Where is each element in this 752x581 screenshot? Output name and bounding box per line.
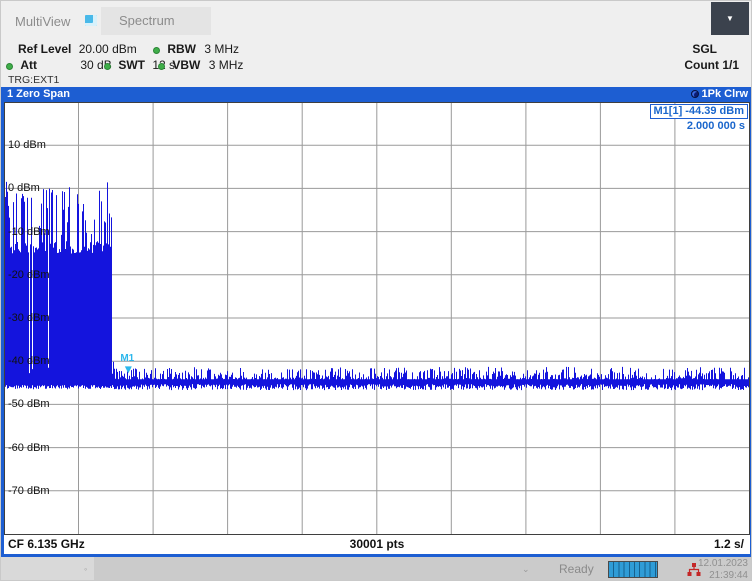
vbw-label: VBW xyxy=(172,58,200,72)
multiview-grid-icon[interactable] xyxy=(85,15,97,26)
statusbar-left-panel xyxy=(1,557,94,581)
marker-readout[interactable]: M1[1] -44.39 dBm xyxy=(650,104,748,119)
y-axis-label: -60 dBm xyxy=(8,441,50,455)
y-axis-label: -10 dBm xyxy=(8,225,50,239)
chevron-down-icon[interactable]: ⌄ xyxy=(522,564,530,575)
y-axis-label: -70 dBm xyxy=(8,484,50,498)
trace-mode-icon xyxy=(691,90,699,98)
measurement-window: 1 Zero Span 1Pk Clrw M1 10 dBm 0 dBm -10 d… xyxy=(1,87,752,557)
sweep-progress-bar xyxy=(608,561,658,578)
rbw-field[interactable]: RBW 3 MHz xyxy=(153,42,239,56)
analyzer-screen: MultiView Spectrum ▼ Ref Level 20.00 dBm… xyxy=(0,0,752,581)
vbw-field[interactable]: VBW 3 MHz xyxy=(158,58,243,72)
trigger-status[interactable]: TRG:EXT1 xyxy=(8,74,59,86)
tab-multiview[interactable]: MultiView xyxy=(15,14,70,29)
diagram-footer: CF 6.135 GHz 30001 pts 1.2 s/ xyxy=(4,535,750,554)
status-time: 21:39:44 xyxy=(698,570,748,581)
att-label: Att xyxy=(20,58,37,72)
vbw-led-icon xyxy=(158,63,165,70)
rbw-value: 3 MHz xyxy=(204,42,239,56)
sweep-mode-indicator: SGL xyxy=(692,42,717,56)
ref-level-value: 20.00 dBm xyxy=(79,42,137,56)
marker-m1-label[interactable]: M1 xyxy=(120,353,134,364)
status-bar: ◦ ⌄ Ready 12.01.2023 21:39:44 xyxy=(1,557,752,581)
grid-lines xyxy=(5,103,749,534)
tab-spectrum[interactable]: Spectrum xyxy=(101,7,211,35)
status-date: 12.01.2023 xyxy=(698,558,748,570)
y-axis-label: -30 dBm xyxy=(8,311,50,325)
y-axis-label: 0 dBm xyxy=(8,181,40,195)
trace-display-area[interactable]: M1 10 dBm 0 dBm -10 dBm -20 dBm -30 dBm -40 d… xyxy=(4,102,750,535)
att-led-icon xyxy=(6,63,13,70)
vbw-value: 3 MHz xyxy=(209,58,244,72)
time-per-division-field[interactable]: 1.2 s/ xyxy=(714,537,744,551)
trace-legend[interactable]: 1Pk Clrw xyxy=(691,87,748,102)
status-ready-text: Ready xyxy=(559,562,594,576)
swt-led-icon xyxy=(104,63,111,70)
rbw-label: RBW xyxy=(167,42,196,56)
window-titlebar: 1 Zero Span 1Pk Clrw xyxy=(1,87,752,102)
ref-level-field[interactable]: Ref Level 20.00 dBm xyxy=(18,42,137,56)
window-title: 1 Zero Span xyxy=(7,87,70,102)
marker-time-readout: 2.000 000 s xyxy=(687,120,745,132)
swt-label: SWT xyxy=(118,58,145,72)
rbw-led-icon xyxy=(153,47,160,54)
sweep-count-indicator: Count 1/1 xyxy=(684,58,739,72)
splitter-handle-icon[interactable]: ◦ xyxy=(84,564,87,574)
y-axis-label: -20 dBm xyxy=(8,268,50,282)
ref-level-label: Ref Level xyxy=(18,42,71,56)
datetime-display: 12.01.2023 21:39:44 xyxy=(698,558,748,581)
window-menu-button[interactable]: ▼ xyxy=(711,2,749,35)
trace-legend-label: 1Pk Clrw xyxy=(702,88,748,100)
y-axis-label: 10 dBm xyxy=(8,138,46,152)
att-field[interactable]: Att 30 dB xyxy=(6,58,112,72)
sweep-points-field[interactable]: 30001 pts xyxy=(4,537,750,551)
y-axis-label: -40 dBm xyxy=(8,354,50,368)
graticule-and-trace: M1 xyxy=(4,102,750,535)
y-axis-label: -50 dBm xyxy=(8,397,50,411)
marker-m1-icon[interactable] xyxy=(125,366,132,373)
